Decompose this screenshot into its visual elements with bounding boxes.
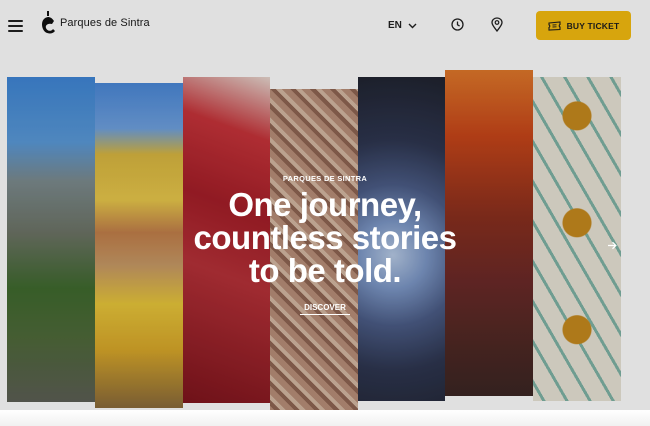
headline-line: to be told. [248, 252, 402, 289]
logo-mark-icon [42, 11, 55, 34]
logo-text: Parques de Sintra [60, 17, 150, 29]
chevron-down-icon [408, 23, 417, 28]
hamburger-icon [8, 20, 23, 22]
language-selector[interactable]: EN [388, 20, 417, 31]
buy-ticket-label: BUY TICKET [566, 20, 620, 31]
headline-line: countless stories [193, 219, 457, 256]
hero-eyebrow: PARQUES DE SINTRA [282, 174, 368, 183]
headline-line: One journey, [228, 186, 422, 223]
page-bottom-edge [0, 410, 650, 426]
opening-hours-button[interactable] [451, 18, 464, 36]
arrow-right-icon [608, 241, 617, 250]
hero-headline: One journey, countless stories to be tol… [0, 188, 650, 287]
site-header: Parques de Sintra EN BUY TICKET [0, 0, 650, 52]
menu-button[interactable] [8, 20, 23, 33]
next-slide-button[interactable] [607, 237, 617, 255]
ticket-icon [548, 20, 561, 31]
location-button[interactable] [491, 17, 503, 37]
discover-link[interactable]: DISCOVER [300, 303, 350, 315]
buy-ticket-button[interactable]: BUY TICKET [536, 11, 631, 40]
hamburger-icon-bar [8, 25, 23, 27]
hamburger-icon-bar [8, 30, 23, 32]
logo[interactable]: Parques de Sintra [40, 10, 150, 36]
clock-icon [451, 18, 464, 31]
language-label: EN [388, 20, 402, 31]
map-pin-icon [491, 17, 503, 33]
